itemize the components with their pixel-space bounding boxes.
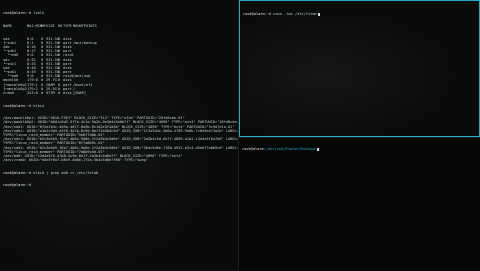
lsblk-cell-majmin: 253:0	[27, 91, 38, 96]
prompt-user: root@alarm	[243, 12, 265, 17]
prompt-line-4[interactable]: root@alarm:~#	[3, 183, 235, 187]
prompt-user: root@alarm	[3, 170, 25, 175]
prompt-line[interactable]: root@alarm:~# nano -lmx /etc/fstab	[243, 12, 476, 16]
right-top-terminal-output: root@alarm:~# nano -lmx /etc/fstab	[240, 1, 479, 28]
col-name: NAME	[3, 24, 12, 28]
prompt-sep: :~#	[24, 183, 34, 188]
text-cursor	[316, 147, 319, 152]
col-majmin: MAJ:MIN	[27, 24, 43, 28]
lsblk-cell-type: disk	[63, 91, 72, 96]
prompt-sep: :~#	[264, 12, 274, 17]
lsblk-cell-mount: [SWAP]	[73, 91, 86, 96]
right-top-terminal-pane[interactable]: root@alarm:~# nano -lmx /etc/fstab	[239, 0, 480, 137]
left-terminal-pane[interactable]: root@alarm:~# lsblk NAME MAJ:MINRMSIZE ROT…	[0, 0, 239, 270]
prompt-line-2: root@alarm:~# blkid	[3, 104, 235, 108]
command-input[interactable]: nano -lmx /etc/fstab	[273, 12, 316, 16]
lsblk-cell-name: zram0	[3, 91, 14, 96]
prompt-user: root@alarm	[242, 147, 264, 152]
lsblk-cell-size: 977M	[46, 91, 55, 96]
text-cursor	[317, 12, 320, 17]
prompt-user: root@alarm	[3, 183, 25, 188]
command-text: blkid	[33, 103, 45, 108]
prompt-user: root@alarm	[3, 11, 25, 16]
lsblk-row: zram0 253:0 0 977M 0 disk[SWAP]	[3, 91, 235, 95]
col-type: TYPE	[63, 24, 72, 28]
prompt-sep: :~#	[24, 170, 34, 175]
left-terminal-output: root@alarm:~# lsblk NAME MAJ:MINRMSIZE ROT…	[0, 0, 238, 199]
blkid-line: /dev/zram0: UUID="d4e5f6a7-b8c9-4d0e-1f2…	[3, 158, 148, 163]
col-mount: MOUNTPOINTS	[73, 24, 97, 28]
prompt-sep: :~#	[24, 103, 34, 108]
prompt-user: root@alarm	[3, 103, 25, 108]
right-bottom-terminal-output: root@alarm:/mnt/usb/Photos/Backup#	[239, 138, 480, 163]
prompt-path: /mnt/usb/Photos/Backup#	[265, 147, 316, 152]
lsblk-header: NAME MAJ:MINRMSIZE ROTYPEMOUNTPOINTS	[3, 24, 235, 28]
prompt-line-1: root@alarm:~# lsblk	[3, 11, 235, 15]
command-text: blkid | grep md0 >> /etc/fstab	[33, 170, 99, 175]
prompt-sep: :~#	[24, 11, 34, 16]
right-bottom-terminal-pane[interactable]: root@alarm:/mnt/usb/Photos/Backup#	[239, 137, 480, 271]
prompt-line-3: root@alarm:~# blkid | grep md0 >> /etc/f…	[3, 171, 235, 175]
blkid-output: /dev/mmcblk0p1: UUID="4D1A-F5E1" BLOCK_S…	[3, 116, 239, 163]
prompt-line[interactable]: root@alarm:/mnt/usb/Photos/Backup#	[242, 147, 477, 151]
command-text: lsblk	[33, 11, 45, 16]
blkid-line: /dev/mmcblk0p2: UUID="b8d1c6d2-5f7a-4c1e…	[3, 120, 239, 125]
lsblk-rows: sda 8:0 0 931.5G0 disk ├─sda1 8:1 0 931.5G0 part/…	[3, 37, 235, 96]
col-size: SIZE	[46, 24, 55, 28]
